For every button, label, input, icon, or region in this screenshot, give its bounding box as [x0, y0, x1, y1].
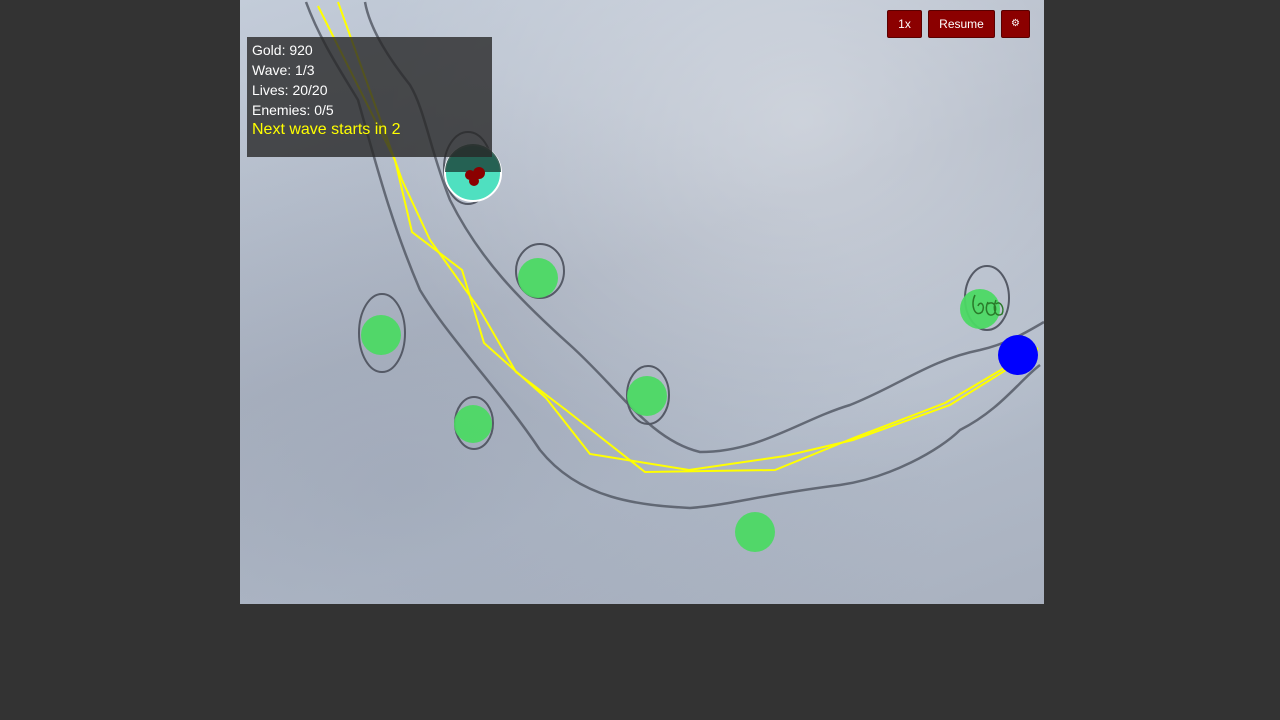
gear-icon: ⚙ — [1011, 18, 1020, 29]
resume-button[interactable]: Resume — [928, 10, 995, 38]
speed-button[interactable]: 1x — [887, 10, 922, 38]
tower-slot[interactable] — [518, 258, 558, 298]
tower-projectile — [469, 176, 479, 186]
gold-readout: Gold: 920 — [252, 42, 313, 58]
hud-panel: Gold: 920 Wave: 1/3 Lives: 20/20 Enemies… — [247, 37, 492, 157]
settings-button[interactable]: ⚙ — [1001, 10, 1030, 38]
enemy-unit — [998, 335, 1038, 375]
tower-slot[interactable] — [735, 512, 775, 552]
wave-readout: Wave: 1/3 — [252, 62, 315, 78]
tower-slot[interactable] — [627, 376, 667, 416]
lives-readout: Lives: 20/20 — [252, 82, 328, 98]
tower-slot[interactable] — [454, 405, 492, 443]
next-wave-countdown: Next wave starts in 2 — [252, 121, 401, 138]
enemies-readout: Enemies: 0/5 — [252, 102, 334, 118]
game-canvas[interactable]: Gold: 920 Wave: 1/3 Lives: 20/20 Enemies… — [240, 0, 1044, 604]
tower-slot[interactable] — [361, 315, 401, 355]
